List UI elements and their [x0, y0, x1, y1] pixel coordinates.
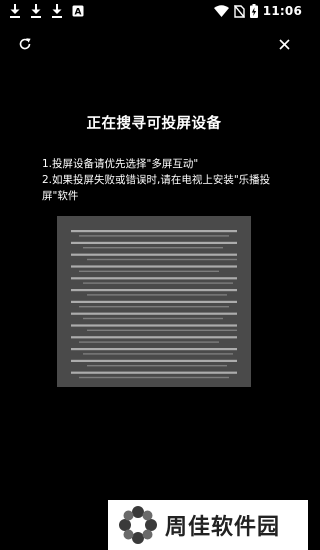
- scanner-line: [71, 277, 237, 280]
- wifi-icon: [213, 5, 229, 17]
- instruction-line-1: 1.投屏设备请优先选择"多屏互动": [42, 158, 199, 170]
- scanner-line: [71, 253, 237, 256]
- scanner-subline: [83, 247, 223, 249]
- scanner-subline: [79, 270, 219, 272]
- no-sim-icon: [233, 4, 245, 18]
- font-app-icon: A: [72, 5, 84, 18]
- refresh-button[interactable]: [15, 34, 35, 54]
- status-bar: A 11:06: [0, 0, 308, 22]
- download-icon: [10, 4, 20, 18]
- scanning-animation: [57, 216, 251, 387]
- close-icon: [278, 38, 290, 50]
- watermark-text: 周佳软件园: [165, 515, 281, 540]
- scanner-subline: [83, 282, 233, 284]
- scanner-line: [71, 300, 237, 303]
- instructions: 1.投屏设备请优先选择"多屏互动" 2.如果投屏失败或错误时,请在电视上安装"乐…: [42, 156, 282, 204]
- scanner-line: [71, 265, 237, 268]
- scanner-subline: [83, 317, 223, 320]
- scanner-line: [71, 348, 237, 351]
- scanner-lines: [71, 230, 237, 379]
- download-icon: [52, 4, 62, 18]
- battery-charging-icon: [249, 4, 258, 18]
- scanner-line: [71, 371, 237, 374]
- status-bar-right: 11:06: [213, 4, 302, 18]
- scanner-subline: [87, 365, 227, 367]
- scanner-line: [71, 312, 237, 315]
- flower-logo-icon: [119, 506, 157, 544]
- instruction-line-2: 2.如果投屏失败或错误时,请在电视上安装"乐播投屏"软件: [42, 174, 271, 202]
- top-controls: [0, 34, 308, 56]
- status-time: 11:06: [262, 4, 302, 18]
- status-bar-left: A: [9, 4, 84, 18]
- scanner-line: [71, 241, 237, 244]
- scanner-subline: [87, 294, 227, 296]
- close-button[interactable]: [274, 34, 294, 54]
- scanner-line: [71, 230, 237, 233]
- scanner-line: [71, 336, 237, 339]
- scanner-line: [71, 359, 237, 362]
- scanner-subline: [79, 376, 229, 379]
- refresh-icon: [19, 38, 31, 50]
- scanner-subline: [87, 329, 237, 331]
- scanner-subline: [79, 235, 229, 237]
- watermark: 周佳软件园: [108, 500, 308, 550]
- svg-text:A: A: [75, 8, 82, 18]
- scanner-subline: [83, 353, 233, 355]
- scanner-line: [71, 289, 237, 292]
- scanner-subline: [79, 341, 219, 343]
- download-icon: [31, 4, 41, 18]
- scanner-subline: [79, 306, 229, 308]
- page-title: 正在搜寻可投屏设备: [86, 116, 222, 132]
- scanner-subline: [87, 258, 237, 261]
- scanner-line: [71, 324, 237, 327]
